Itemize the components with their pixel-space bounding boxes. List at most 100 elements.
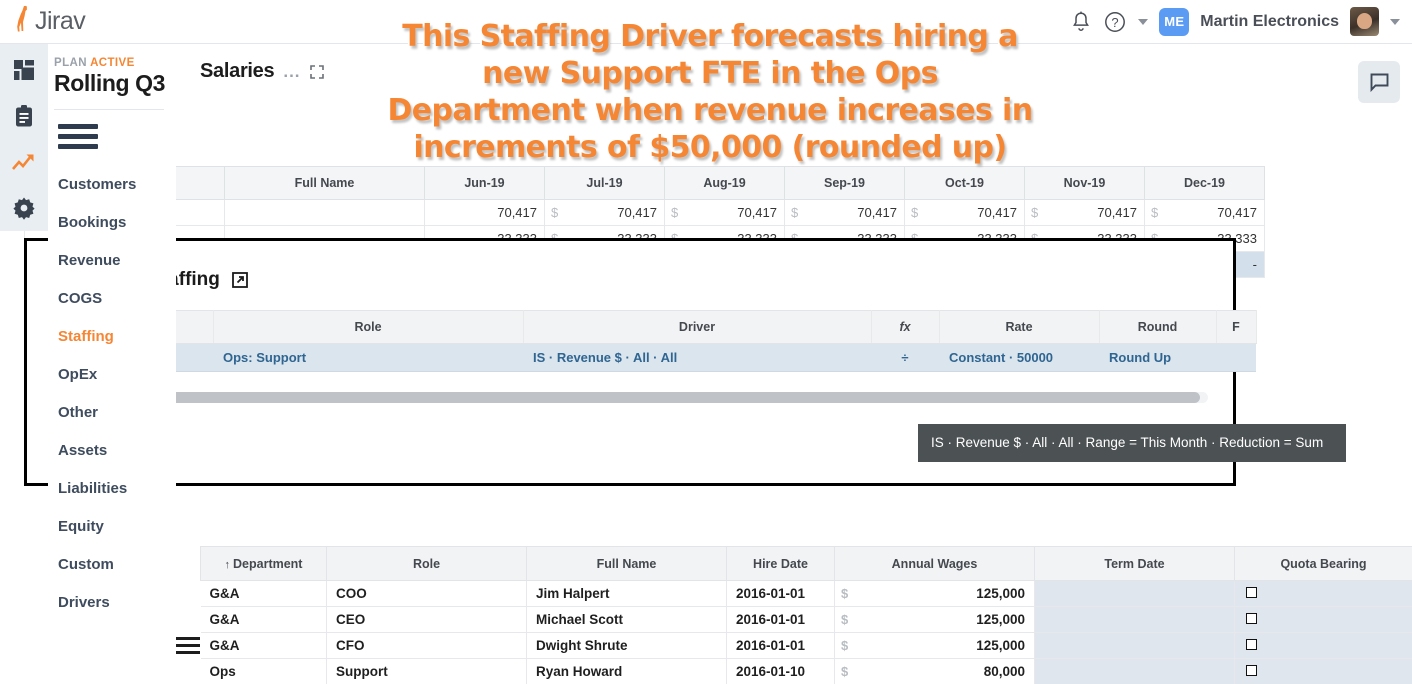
sidebar-item-opex[interactable]: OpEx [48, 355, 176, 393]
cell-rate[interactable]: Constant · 50000 [939, 344, 1099, 372]
horizontal-scrollbar[interactable] [58, 392, 1208, 403]
notifications-bell-icon[interactable] [1070, 10, 1092, 34]
sidebar-item-drivers[interactable]: Drivers [48, 583, 176, 621]
col-round[interactable]: Round [1099, 311, 1216, 344]
col-role[interactable]: Role [327, 547, 527, 581]
col-fx[interactable]: fx [871, 311, 939, 344]
col-sep-19[interactable]: Sep-19 [785, 167, 905, 200]
sidebar-item-cogs[interactable]: COGS [48, 279, 176, 317]
cell-full-name[interactable]: Dwight Shrute [527, 633, 727, 659]
cell-value[interactable]: $70,417 [1025, 200, 1145, 226]
cell-full-name[interactable]: Michael Scott [527, 607, 727, 633]
dashboard-grid-icon[interactable] [11, 57, 37, 83]
table-row[interactable]: G&A CEO Michael Scott 2016-01-01 $125,00… [201, 607, 1412, 633]
scrollbar-thumb[interactable] [58, 392, 1200, 403]
cell-quota-bearing[interactable] [1235, 659, 1412, 684]
cell-annual-wages[interactable]: $125,000 [835, 581, 1035, 607]
cell-operator[interactable]: ÷ [871, 344, 939, 372]
cell-value[interactable]: $70,417 [1145, 200, 1265, 226]
cell-value[interactable]: $70,417 [545, 200, 665, 226]
sidebar-item-bookings[interactable]: Bookings [48, 203, 176, 241]
avatar[interactable] [1350, 7, 1379, 36]
chevron-down-icon[interactable] [1138, 19, 1148, 25]
cell-role[interactable]: COO [327, 581, 527, 607]
quota-bearing-checkbox[interactable] [1246, 613, 1257, 624]
cell-full-name[interactable]: Jim Halpert [527, 581, 727, 607]
salaries-overflow-menu[interactable]: ... [283, 62, 300, 82]
col-hire-date[interactable]: Hire Date [727, 547, 835, 581]
cell-hire-date[interactable]: 2016-01-01 [727, 607, 835, 633]
help-question-icon[interactable]: ? [1103, 10, 1127, 34]
table-row[interactable]: Ops Support Ryan Howard 2016-01-10 $80,0… [201, 659, 1412, 684]
table-row[interactable]: Ops⌄ 70,417 $70,417 $70,417 $70,417 $70,… [25, 200, 1265, 226]
chevron-down-icon[interactable] [1390, 19, 1400, 25]
col-full-name[interactable]: Full Name [225, 167, 425, 200]
cell-department[interactable]: Ops [201, 659, 327, 684]
col-jun-19[interactable]: Jun-19 [425, 167, 545, 200]
cell-annual-wages[interactable]: $80,000 [835, 659, 1035, 684]
table-row[interactable]: G&A COO Jim Halpert 2016-01-01 $125,000 [201, 581, 1412, 607]
quota-bearing-checkbox[interactable] [1246, 587, 1257, 598]
col-rate[interactable]: Rate [939, 311, 1099, 344]
sidebar-item-revenue[interactable]: Revenue [48, 241, 176, 279]
cell-term-date[interactable] [1035, 581, 1235, 607]
quota-bearing-checkbox[interactable] [1246, 665, 1257, 676]
external-link-icon[interactable] [232, 272, 248, 288]
cell-value[interactable]: $70,417 [785, 200, 905, 226]
col-dec-19[interactable]: Dec-19 [1145, 167, 1265, 200]
cell-value[interactable]: $70,417 [905, 200, 1025, 226]
cell-round[interactable]: Round Up [1099, 344, 1216, 372]
comment-bubble-icon[interactable] [1358, 61, 1400, 103]
col-annual-wages[interactable]: Annual Wages [835, 547, 1035, 581]
col-oct-19[interactable]: Oct-19 [905, 167, 1025, 200]
table-row[interactable]: G&A CFO Dwight Shrute 2016-01-01 $125,00… [201, 633, 1412, 659]
app-logo[interactable]: Jirav [0, 4, 200, 39]
col-term-date[interactable]: Term Date [1035, 547, 1235, 581]
col-quota-bearing[interactable]: Quota Bearing [1235, 547, 1412, 581]
col-role[interactable]: Role [213, 311, 523, 344]
cell-department[interactable]: G&A [201, 581, 327, 607]
table-row[interactable]: Staffing Driver #1 Ops: Support IS · Rev… [58, 344, 1256, 372]
cell-hire-date[interactable]: 2016-01-01 [727, 633, 835, 659]
col-jul-19[interactable]: Jul-19 [545, 167, 665, 200]
cell-department[interactable]: G&A [201, 607, 327, 633]
cell-driver-source[interactable]: IS · Revenue $ · All · All [523, 344, 871, 372]
col-nov-19[interactable]: Nov-19 [1025, 167, 1145, 200]
cell-annual-wages[interactable]: $125,000 [835, 607, 1035, 633]
cell-role[interactable]: CEO [327, 607, 527, 633]
sidebar-item-equity[interactable]: Equity [48, 507, 176, 545]
col-full-name[interactable]: Full Name [527, 547, 727, 581]
cell-quota-bearing[interactable] [1235, 607, 1412, 633]
col-f[interactable]: F [1216, 311, 1256, 344]
cell-f[interactable] [1216, 344, 1256, 372]
cell-department[interactable]: G&A [201, 633, 327, 659]
col-department[interactable]: ↑Department [201, 547, 327, 581]
trending-up-icon[interactable] [11, 149, 37, 175]
sidebar-item-custom[interactable]: Custom [48, 545, 176, 583]
cell-term-date[interactable] [1035, 607, 1235, 633]
hamburger-menu-icon[interactable] [58, 124, 98, 149]
cell-term-date[interactable] [1035, 633, 1235, 659]
quota-bearing-checkbox[interactable] [1246, 639, 1257, 650]
cell-full-name[interactable]: Ryan Howard [527, 659, 727, 684]
cell-annual-wages[interactable]: $125,000 [835, 633, 1035, 659]
sidebar-item-liabilities[interactable]: Liabilities [48, 469, 176, 507]
drag-handle-icon[interactable] [176, 637, 200, 658]
clipboard-icon[interactable] [11, 103, 37, 129]
sidebar-item-customers[interactable]: Customers [48, 165, 176, 203]
cell-value[interactable]: $70,417 [665, 200, 785, 226]
col-aug-19[interactable]: Aug-19 [665, 167, 785, 200]
col-driver[interactable]: Driver [523, 311, 871, 344]
gear-icon[interactable] [11, 195, 37, 221]
cell-driver-role[interactable]: Ops: Support [213, 344, 523, 372]
cell-quota-bearing[interactable] [1235, 633, 1412, 659]
cell-hire-date[interactable]: 2016-01-01 [727, 581, 835, 607]
sidebar-item-staffing[interactable]: Staffing [48, 317, 176, 355]
row-full-name[interactable] [225, 200, 425, 226]
sidebar-item-assets[interactable]: Assets [48, 431, 176, 469]
cell-term-date[interactable] [1035, 659, 1235, 684]
expand-fullscreen-icon[interactable] [310, 65, 324, 79]
org-name[interactable]: Martin Electronics [1200, 13, 1339, 31]
cell-value[interactable]: 70,417 [425, 200, 545, 226]
cell-role[interactable]: Support [327, 659, 527, 684]
